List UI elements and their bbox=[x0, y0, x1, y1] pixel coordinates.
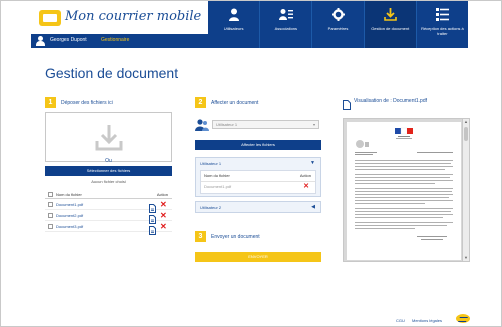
nav-item-parametres[interactable]: Paramètres bbox=[311, 1, 363, 48]
download-icon bbox=[383, 8, 397, 22]
app-title: Mon courrier mobile bbox=[65, 9, 202, 24]
nav-label: Réception des actions à traiter bbox=[421, 26, 464, 36]
recipient-select[interactable]: Utilisateur 1 ▾ bbox=[212, 120, 319, 129]
table-row: Document2.pdf ✕ bbox=[45, 210, 172, 224]
chevron-down-icon: ▾ bbox=[312, 122, 315, 127]
user-role: Gestionnaire bbox=[101, 37, 130, 43]
gear-icon bbox=[331, 8, 345, 22]
nav-item-reception[interactable]: Réception des actions à traiter bbox=[415, 1, 468, 48]
accordion-title: Utilisateur 1 bbox=[200, 161, 222, 166]
step-number: 2 bbox=[195, 97, 206, 108]
step-number: 3 bbox=[195, 231, 206, 242]
step-title: Affecter un document bbox=[211, 100, 259, 106]
chevron-down-icon: ▼ bbox=[310, 160, 315, 166]
document-preview[interactable]: ▲ ▼ bbox=[343, 118, 470, 262]
file-name: Document1.pdf bbox=[56, 202, 84, 207]
nav-item-associations[interactable]: Associations bbox=[259, 1, 311, 48]
column-header-action: Action bbox=[299, 173, 311, 178]
file-name: Document1.pdf bbox=[204, 184, 232, 189]
list-icon bbox=[435, 8, 449, 22]
step-title: Envoyer un document bbox=[211, 234, 260, 240]
nav-item-gestion-document[interactable]: Gestion de document bbox=[363, 1, 416, 48]
table-row: Document1.pdf ✕ bbox=[45, 199, 172, 213]
step-title: Déposer des fichiers ici bbox=[61, 100, 113, 106]
column-header-action: Action bbox=[156, 192, 168, 197]
select-all-checkbox[interactable] bbox=[48, 192, 53, 197]
view-document-icon[interactable] bbox=[149, 222, 156, 235]
user-name[interactable]: Georges Dupont bbox=[50, 37, 87, 43]
document-page bbox=[347, 122, 461, 260]
row-checkbox[interactable] bbox=[48, 213, 53, 218]
file-name: Document2.pdf bbox=[56, 213, 84, 218]
scroll-up-icon[interactable]: ▲ bbox=[463, 119, 469, 125]
assign-files-button[interactable]: Affecter les fichiers bbox=[195, 140, 321, 150]
file-name: Document3.pdf bbox=[56, 224, 84, 229]
delete-icon[interactable]: ✕ bbox=[303, 182, 309, 191]
footer-link-legal[interactable]: Mentions légales bbox=[412, 318, 442, 323]
scroll-down-icon[interactable]: ▼ bbox=[463, 255, 469, 261]
scroll-thumb[interactable] bbox=[464, 127, 468, 141]
send-button[interactable]: ENVOYER bbox=[195, 252, 321, 262]
la-poste-logo bbox=[456, 314, 470, 323]
column-header-name: Nom du fichier bbox=[56, 192, 82, 197]
nav-label: Paramètres bbox=[327, 26, 349, 31]
accordion-header[interactable]: Utilisateur 2 ◀ bbox=[196, 202, 320, 213]
accordion-title: Utilisateur 2 bbox=[200, 205, 222, 210]
top-navigation: Utilisateurs Associations Paramètres Ges… bbox=[208, 1, 468, 48]
app-window: Mon courrier mobile Georges Dupont Gesti… bbox=[0, 0, 502, 327]
or-separator: Ou bbox=[105, 158, 112, 164]
upload-arrow-icon bbox=[95, 125, 123, 151]
document-icon bbox=[343, 97, 351, 110]
preview-scrollbar[interactable]: ▲ ▼ bbox=[462, 119, 469, 261]
table-header: Nom du fichier Action bbox=[45, 190, 172, 199]
nav-item-utilisateurs[interactable]: Utilisateurs bbox=[208, 1, 259, 48]
document-content-image bbox=[355, 127, 453, 240]
column-header-name: Nom du fichier bbox=[204, 173, 230, 178]
preview-title: Visualisation de : Document1.pdf bbox=[354, 98, 428, 104]
assigned-files-table: Nom du fichier Action Document1.pdf ✕ bbox=[200, 170, 316, 194]
no-file-label: Aucun fichier choisi bbox=[91, 179, 126, 184]
nav-label: Utilisateurs bbox=[223, 26, 244, 31]
row-checkbox[interactable] bbox=[48, 224, 53, 229]
delete-icon[interactable]: ✕ bbox=[160, 222, 167, 231]
view-document-icon[interactable] bbox=[149, 200, 156, 213]
user-accordion-2: Utilisateur 2 ◀ bbox=[195, 201, 321, 213]
user-bar: Georges Dupont Gestionnaire bbox=[31, 34, 208, 48]
app-logo[interactable] bbox=[39, 10, 61, 26]
chevron-left-icon: ◀ bbox=[311, 204, 315, 210]
footer-link-cgu[interactable]: CGU bbox=[396, 318, 405, 323]
step-number: 1 bbox=[45, 97, 56, 108]
recipient-select-value: Utilisateur 1 bbox=[216, 122, 238, 127]
user-icon bbox=[227, 8, 241, 22]
users-icon bbox=[195, 118, 209, 131]
nav-label: Gestion de document bbox=[371, 26, 410, 31]
table-row: Document3.pdf ✕ bbox=[45, 221, 172, 235]
user-icon bbox=[36, 36, 45, 46]
select-files-button[interactable]: Sélectionner des fichiers bbox=[45, 166, 172, 176]
files-table: Nom du fichier Action Document1.pdf ✕ Do… bbox=[45, 190, 172, 235]
page-title: Gestion de document bbox=[45, 65, 179, 81]
view-document-icon[interactable] bbox=[149, 211, 156, 224]
row-checkbox[interactable] bbox=[48, 202, 53, 207]
delete-icon[interactable]: ✕ bbox=[160, 200, 167, 209]
delete-icon[interactable]: ✕ bbox=[160, 211, 167, 220]
accordion-header[interactable]: Utilisateur 1 ▼ bbox=[196, 158, 320, 169]
nav-label: Associations bbox=[274, 26, 298, 31]
divider bbox=[201, 181, 315, 182]
header: Mon courrier mobile Georges Dupont Gesti… bbox=[1, 1, 501, 51]
user-accordion-1: Utilisateur 1 ▼ Nom du fichier Action Do… bbox=[195, 157, 321, 197]
user-list-icon bbox=[278, 8, 293, 22]
file-dropzone[interactable] bbox=[45, 112, 172, 162]
